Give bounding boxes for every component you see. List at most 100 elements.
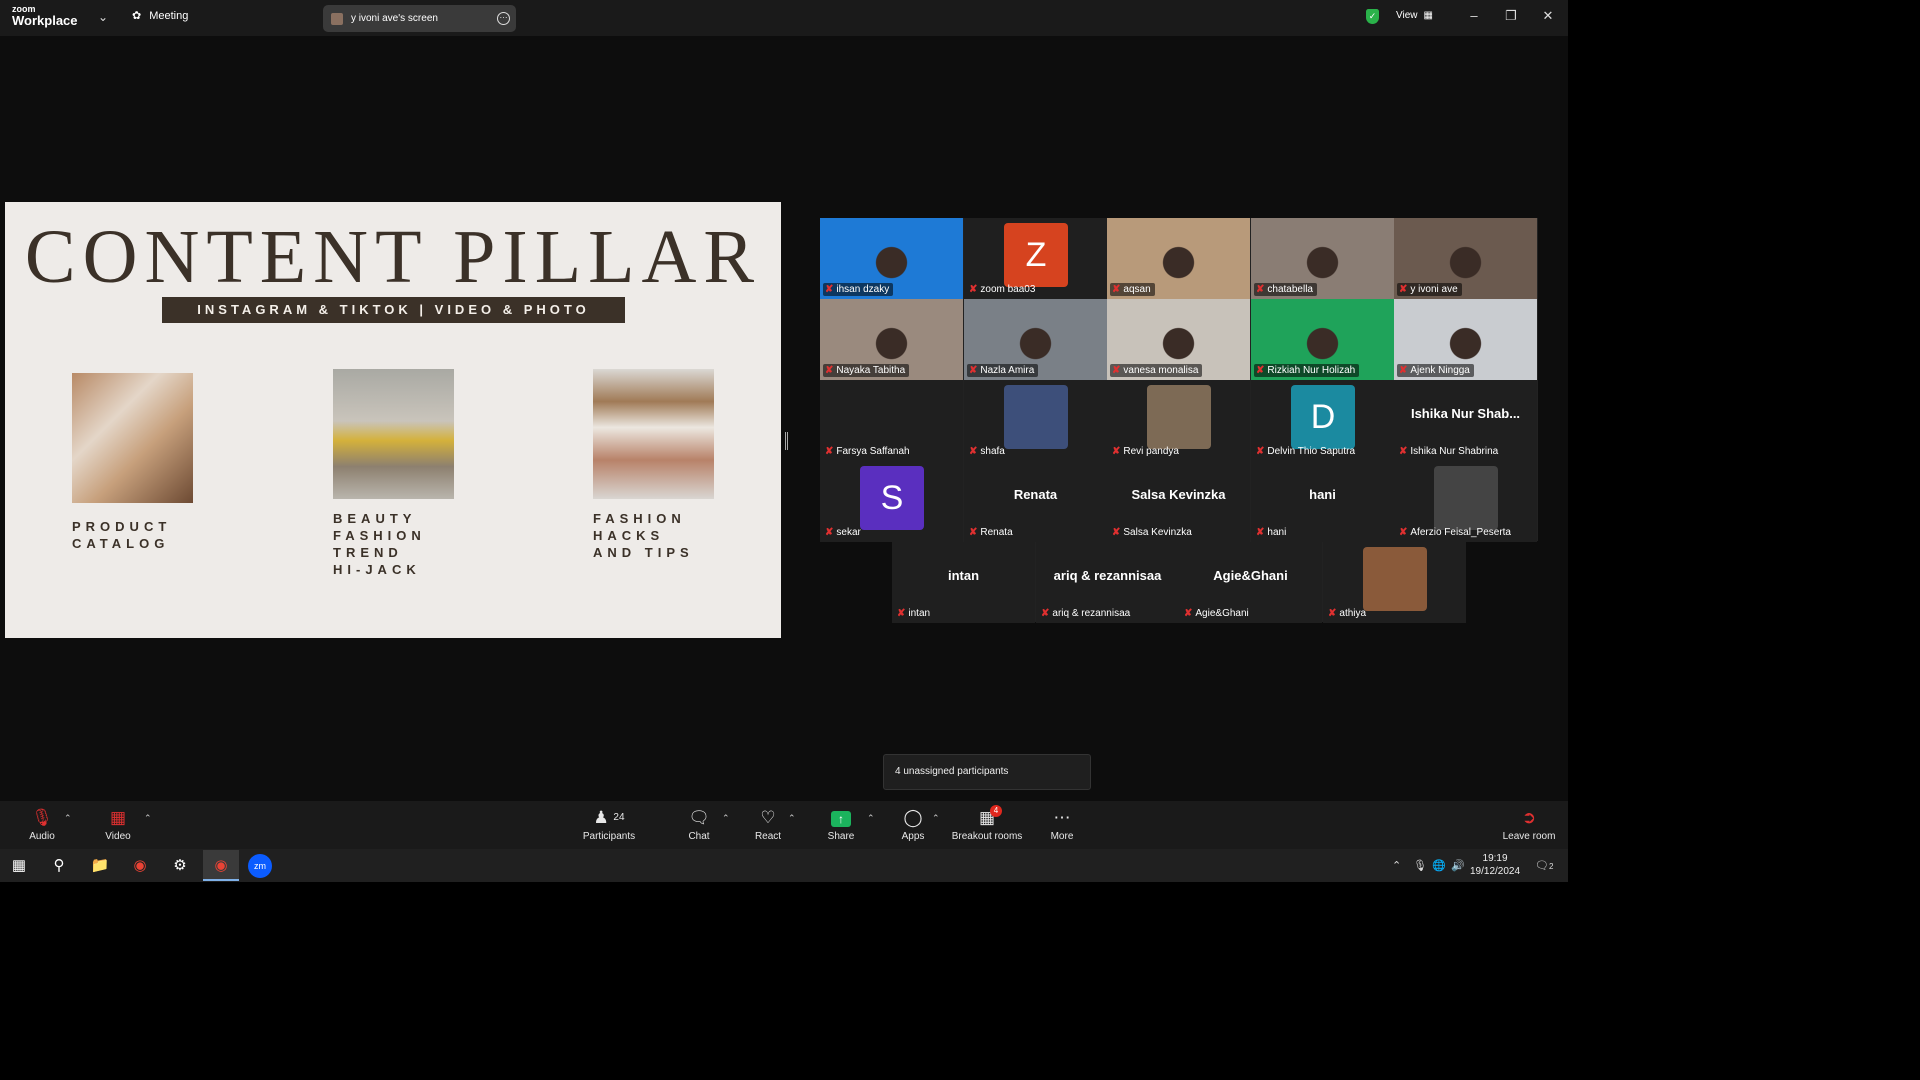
screen-share-label: y ivoni ave's screen — [351, 13, 438, 24]
share-label: Share — [827, 831, 855, 842]
participant-tile[interactable]: ✘ Ajenk Ningga — [1394, 299, 1537, 380]
participant-name-bar: ✘ chatabella — [1254, 283, 1317, 296]
participant-tile[interactable]: S ✘ sekar — [820, 461, 963, 542]
chrome-profile-icon[interactable]: ◉ — [203, 850, 239, 881]
globe-icon[interactable]: 🌐 — [1432, 859, 1446, 872]
react-button[interactable]: ♡ React — [750, 807, 786, 842]
view-button[interactable]: View ▦ — [1396, 10, 1433, 21]
notification-count: 2 — [1548, 862, 1554, 871]
mic-muted-icon: ✘ — [969, 446, 978, 457]
audio-button[interactable]: 🎙 Audio — [24, 807, 60, 842]
zoom-window: zoom Workplace ⌄ ✿ Meeting y ivoni ave's… — [0, 0, 1568, 882]
unassigned-tooltip: 4 unassigned participants — [883, 754, 1091, 790]
mic-muted-icon: ✘ — [1256, 365, 1265, 376]
grid-icon: ▦ — [1423, 10, 1433, 21]
participant-tile[interactable]: Z ✘ zoom baa03 — [964, 218, 1107, 299]
participant-tile[interactable]: ✘ aqsan — [1107, 218, 1250, 299]
leave-room-button[interactable]: ➲ Leave room — [1500, 807, 1558, 842]
participant-name-bar: ✘ Ishika Nur Shabrina — [1397, 445, 1502, 458]
participant-tile[interactable]: ✘ Nayaka Tabitha — [820, 299, 963, 380]
chrome-icon[interactable]: ◉ — [128, 854, 152, 878]
more-button[interactable]: ⋯ More — [1046, 807, 1078, 842]
participant-profile-photo — [1004, 385, 1068, 449]
shared-screen: CONTENT PILLAR INSTAGRAM & TIKTOK | VIDE… — [5, 202, 781, 638]
participant-tile[interactable]: ariq & rezannisaa ✘ ariq & rezannisaa — [1036, 542, 1179, 623]
zoom-taskbar-icon[interactable]: zm — [248, 854, 272, 878]
restore-icon[interactable]: ❐ — [1501, 8, 1521, 24]
participant-profile-photo — [1147, 385, 1211, 449]
participant-tile[interactable]: Ishika Nur Shab... ✘ Ishika Nur Shabrina — [1394, 380, 1537, 461]
meeting-menu-button[interactable]: ✿ Meeting — [132, 9, 188, 23]
participant-name-bar: ✘ Revi pandya — [1110, 445, 1183, 458]
participant-tile[interactable]: ✘ Aferzio Feisal_Peserta — [1394, 461, 1537, 542]
tray-chevron-icon[interactable]: ⌃ — [1392, 859, 1401, 872]
beauty-fashion-photo — [333, 369, 454, 499]
windows-start-icon[interactable]: ▦ — [7, 854, 31, 878]
participant-display-name: Agie&Ghani — [1213, 568, 1288, 583]
caret-up-icon[interactable]: ⌃ — [722, 813, 730, 824]
caret-up-icon[interactable]: ⌃ — [932, 813, 940, 824]
audio-label: Audio — [29, 831, 55, 842]
mic-muted-icon: ✘ — [1256, 446, 1265, 457]
participant-name: Salsa Kevinzka — [1123, 527, 1192, 538]
participant-tile[interactable]: ✘ shafa — [964, 380, 1107, 461]
participant-tile[interactable]: Salsa Kevinzka ✘ Salsa Kevinzka — [1107, 461, 1250, 542]
breakout-rooms-button[interactable]: ▦ 4 Breakout rooms — [950, 805, 1024, 842]
participant-tile[interactable]: ✘ Rizkiah Nur Holizah — [1251, 299, 1394, 380]
participant-tile[interactable]: ✘ Nazla Amira — [964, 299, 1107, 380]
participant-name-bar: ✘ aqsan — [1110, 283, 1155, 296]
caret-up-icon[interactable]: ⌃ — [788, 813, 796, 824]
participant-tile[interactable]: ✘ chatabella — [1251, 218, 1394, 299]
participant-name-bar: ✘ shafa — [967, 445, 1009, 458]
chevron-down-icon[interactable]: ⌄ — [98, 10, 108, 24]
participant-name-bar: ✘ Nayaka Tabitha — [823, 364, 910, 377]
search-icon[interactable]: ⚲ — [47, 854, 71, 878]
zoom-workplace-logo[interactable]: zoom Workplace — [12, 5, 78, 28]
shield-icon[interactable]: ✓ — [1366, 9, 1379, 24]
chat-button[interactable]: 🗨 Chat — [682, 807, 716, 842]
participant-tile[interactable]: ✘ Farsya Saffanah — [820, 380, 963, 461]
close-icon[interactable]: ✕ — [1538, 8, 1558, 24]
participant-display-name: ariq & rezannisaa — [1053, 568, 1162, 583]
caret-up-icon[interactable]: ⌃ — [144, 813, 152, 824]
apps-button[interactable]: ◯ Apps — [897, 807, 929, 842]
screen-share-indicator[interactable]: y ivoni ave's screen ··· — [323, 5, 516, 32]
notification-icon[interactable]: 🗨2 — [1535, 859, 1553, 872]
file-explorer-icon[interactable]: 📁 — [88, 854, 112, 878]
caret-up-icon[interactable]: ⌃ — [64, 813, 72, 824]
settings-gear-icon[interactable]: ⚙ — [168, 854, 192, 878]
participant-tile[interactable]: D ✘ Delvin Thio Saputra — [1251, 380, 1394, 461]
participant-name-bar: ✘ Nazla Amira — [967, 364, 1039, 377]
breakout-rooms-icon: ▦ 4 — [950, 805, 1024, 829]
microphone-icon[interactable]: 🎙 — [1413, 859, 1427, 872]
mic-muted-icon: ✘ — [825, 365, 834, 376]
participant-tile[interactable]: ✘ Revi pandya — [1107, 380, 1250, 461]
participant-tile[interactable]: Agie&Ghani ✘ Agie&Ghani — [1179, 542, 1322, 623]
participant-tile[interactable]: ✘ athiya — [1323, 542, 1466, 623]
participant-name-bar: ✘ Farsya Saffanah — [823, 445, 914, 458]
caret-up-icon[interactable]: ⌃ — [867, 813, 875, 824]
participant-display-name: Salsa Kevinzka — [1131, 487, 1226, 502]
apps-icon: ◯ — [903, 808, 923, 827]
mic-muted-icon: ✘ — [969, 284, 978, 295]
split-resize-handle[interactable] — [785, 432, 788, 450]
participant-tile[interactable]: intan ✘ intan — [892, 542, 1035, 623]
participant-tile[interactable]: Renata ✘ Renata — [964, 461, 1107, 542]
mic-muted-icon: ✘ — [825, 527, 834, 538]
share-button[interactable]: ↑ Share — [824, 807, 858, 842]
participants-button[interactable]: ♟ 24 Participants — [580, 807, 638, 842]
more-options-icon[interactable]: ··· — [497, 12, 510, 25]
taskbar-clock[interactable]: 19:19 19/12/2024 — [1470, 852, 1520, 878]
participant-tile[interactable]: ✘ y ivoni ave — [1394, 218, 1537, 299]
participant-tile[interactable]: ✘ vanesa monalisa — [1107, 299, 1250, 380]
product-catalog-photo — [72, 373, 193, 503]
participant-tile[interactable]: hani ✘ hani — [1251, 461, 1394, 542]
video-button[interactable]: ▦ Video — [100, 807, 136, 842]
mic-muted-icon: ✘ — [825, 284, 834, 295]
more-label: More — [1050, 831, 1074, 842]
participant-tile[interactable]: ✘ ihsan dzaky — [820, 218, 963, 299]
participant-name: ariq & rezannisaa — [1052, 608, 1131, 619]
chat-label: Chat — [688, 831, 710, 842]
volume-icon[interactable]: 🔊 — [1451, 859, 1465, 872]
minimize-icon[interactable]: – — [1464, 8, 1484, 23]
